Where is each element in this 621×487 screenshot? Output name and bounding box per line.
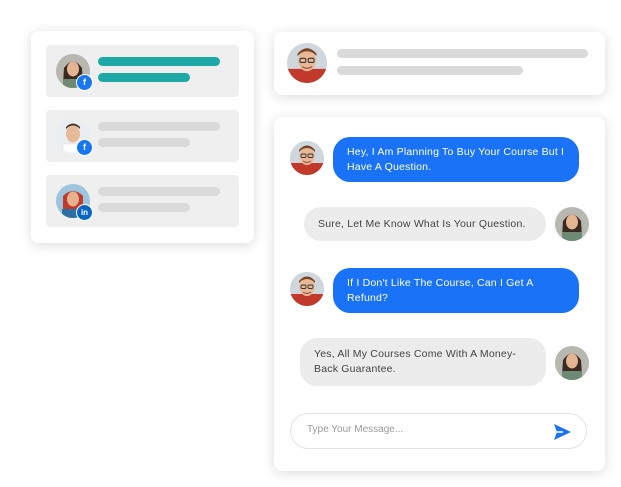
message-bubble-incoming: Yes, All My Courses Come With A Money-Ba… [300,338,546,386]
avatar: f [56,54,93,91]
linkedin-icon: in [76,204,93,221]
avatar: f [56,119,93,156]
contacts-panel: f f in [31,31,254,243]
avatar: in [56,184,93,221]
message-composer [290,413,587,449]
contact-item-3[interactable]: in [46,175,239,227]
header-title-placeholder [337,49,588,58]
avatar [287,43,327,83]
facebook-icon: f [76,139,93,156]
avatar [290,272,324,306]
avatar [290,141,324,175]
message-bubble-outgoing: If I Don't Like The Course, Can I Get A … [333,268,579,313]
contact-item-1[interactable]: f [46,45,239,97]
contact-name-placeholder [98,187,220,196]
contact-name-placeholder [98,57,220,66]
message-bubble-incoming: Sure, Let Me Know What Is Your Question. [304,207,546,241]
contact-preview-placeholder [98,138,190,147]
contact-preview-placeholder [98,73,190,82]
message-input[interactable] [305,423,544,436]
avatar [555,346,589,380]
avatar [555,207,589,241]
facebook-icon: f [76,74,93,91]
send-icon[interactable] [552,422,572,442]
contact-item-2[interactable]: f [46,110,239,162]
contact-preview-placeholder [98,203,190,212]
chat-header [274,32,605,95]
chat-window: Hey, I Am Planning To Buy Your Course Bu… [274,117,605,471]
contact-name-placeholder [98,122,220,131]
header-subtitle-placeholder [337,66,523,75]
message-bubble-outgoing: Hey, I Am Planning To Buy Your Course Bu… [333,137,579,182]
